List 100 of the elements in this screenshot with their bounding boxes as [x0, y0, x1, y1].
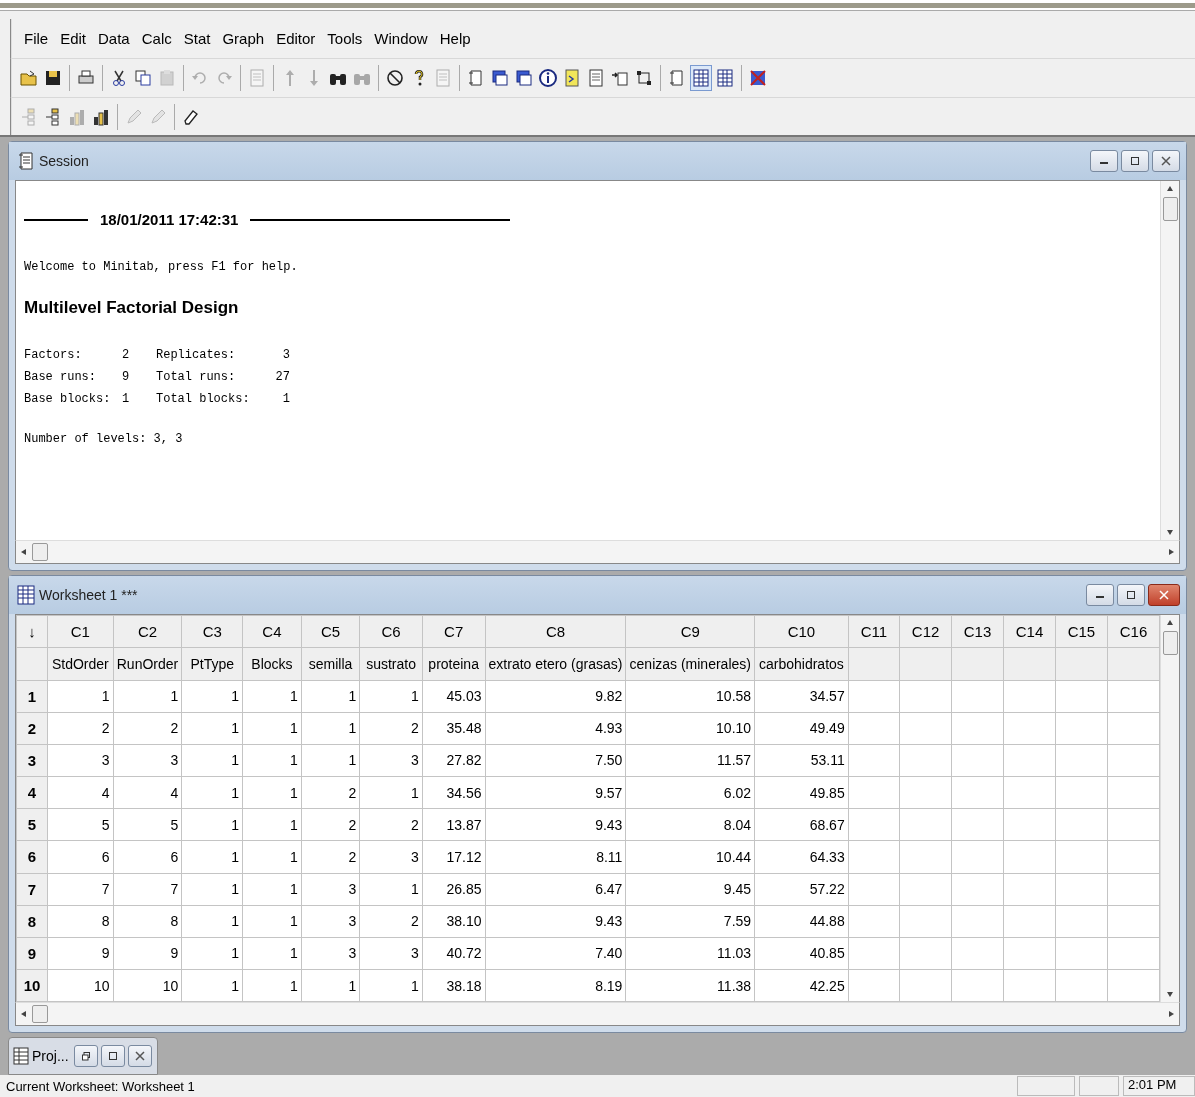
table-cell: 8.04 [625, 808, 755, 841]
table-cell: 13.87 [422, 808, 486, 841]
table-cell: 7.40 [485, 937, 626, 970]
menu-item[interactable]: Help [439, 28, 471, 50]
menu-item[interactable]: Tools [327, 28, 363, 50]
table-cell: 3 [301, 937, 360, 970]
scroll-down-icon[interactable] [1166, 528, 1174, 537]
column-header[interactable]: C13 [951, 615, 1004, 648]
row-number[interactable]: 5 [16, 808, 48, 841]
menu-item[interactable]: File [24, 28, 49, 50]
table-cell: 3 [359, 937, 423, 970]
row-number[interactable]: 7 [16, 873, 48, 906]
column-header[interactable]: C15 [1055, 615, 1108, 648]
scroll-left-icon[interactable] [20, 548, 28, 557]
table-cell: 1 [359, 969, 423, 1002]
status-pane [1017, 1076, 1075, 1097]
scroll-thumb[interactable] [1162, 631, 1178, 656]
scroll-right-icon[interactable] [1167, 548, 1175, 557]
scroll-up-icon[interactable] [1166, 185, 1174, 194]
column-header[interactable]: C5 [301, 615, 360, 648]
horizontal-scrollbar[interactable] [15, 540, 1180, 565]
minimized-window[interactable]: Proj... [8, 1037, 158, 1076]
column-header[interactable]: C3 [181, 615, 243, 648]
table-cell: 2 [359, 905, 423, 938]
grid-icon[interactable] [690, 65, 712, 92]
row-number[interactable]: 8 [16, 905, 48, 938]
window-title: Worksheet 1 *** [39, 587, 138, 604]
menu-item[interactable]: Stat [183, 28, 211, 50]
table-cell: 2 [47, 712, 114, 745]
table-cell: 2 [301, 840, 360, 874]
column-header[interactable]: C2 [113, 615, 182, 648]
table-cell: 1 [181, 776, 243, 809]
vertical-scrollbar[interactable] [1160, 615, 1179, 1003]
row-number[interactable]: 9 [16, 937, 48, 970]
column-header[interactable]: C4 [242, 615, 302, 648]
table-cell: 17.12 [422, 840, 486, 874]
minimize-button[interactable] [1090, 150, 1118, 173]
close-button[interactable] [127, 1045, 152, 1068]
column-header[interactable]: C14 [1003, 615, 1056, 648]
scroll-right-icon[interactable] [1167, 1010, 1175, 1019]
row-number[interactable]: 3 [16, 744, 48, 777]
scroll-thumb[interactable] [32, 543, 48, 562]
menu-item[interactable]: Graph [222, 28, 265, 50]
maximize-button[interactable] [1121, 150, 1149, 173]
close-button[interactable] [1148, 584, 1180, 607]
column-name[interactable]: proteina [422, 647, 486, 681]
vertical-scrollbar[interactable] [1160, 181, 1179, 541]
column-name[interactable]: semilla [301, 647, 360, 681]
table-cell: 3 [301, 873, 360, 906]
table-cell: 49.85 [754, 776, 849, 809]
column-name[interactable]: RunOrder [113, 647, 182, 681]
table-cell: 1 [242, 969, 302, 1002]
column-header[interactable]: C1 [47, 615, 114, 648]
grid-icon [13, 1047, 29, 1066]
restore-button[interactable] [73, 1045, 98, 1068]
column-header[interactable]: C12 [899, 615, 952, 648]
column-name[interactable]: sustrato [359, 647, 423, 681]
scroll-thumb[interactable] [32, 1005, 48, 1024]
table-cell: 34.57 [754, 680, 849, 713]
table-cell: 2 [301, 808, 360, 841]
summary-value: 1 [122, 392, 131, 407]
row-number[interactable]: 6 [16, 840, 48, 874]
table-cell: 7 [47, 873, 114, 906]
column-header[interactable]: C11 [848, 615, 900, 648]
maximize-button[interactable] [1117, 584, 1145, 607]
minimize-button[interactable] [1086, 584, 1114, 607]
restore-icon [80, 1051, 91, 1062]
table-cell: 9 [47, 937, 114, 970]
horizontal-scrollbar[interactable] [15, 1002, 1180, 1027]
table-cell: 8.11 [485, 840, 626, 874]
close-button[interactable] [1152, 150, 1180, 173]
menu-item[interactable]: Editor [276, 28, 316, 50]
menu-item[interactable]: Calc [141, 28, 172, 50]
maximize-button[interactable] [100, 1045, 125, 1068]
scroll-up-icon[interactable] [1166, 619, 1174, 628]
scroll-left-icon[interactable] [20, 1010, 28, 1019]
scroll-down-icon[interactable] [1166, 990, 1174, 999]
column-name[interactable]: PtType [181, 647, 243, 681]
row-number[interactable]: 4 [16, 776, 48, 809]
column-name[interactable]: Blocks [242, 647, 302, 681]
column-header[interactable]: C16 [1107, 615, 1160, 648]
rule-line [24, 218, 88, 221]
table-cell: 1 [242, 905, 302, 938]
column-header[interactable]: C8 [485, 615, 626, 648]
row-number[interactable]: 1 [16, 680, 48, 713]
column-name[interactable]: extrato etero (grasas) [485, 647, 626, 681]
menu-item[interactable]: Edit [60, 28, 87, 50]
row-number[interactable]: 10 [16, 969, 48, 1002]
sort-arrow-cell[interactable]: ↓ [16, 615, 48, 648]
column-name[interactable]: StdOrder [47, 647, 114, 681]
menu-item[interactable]: Window [374, 28, 428, 50]
scroll-thumb[interactable] [1162, 197, 1178, 222]
column-header[interactable]: C6 [359, 615, 423, 648]
column-header[interactable]: C10 [754, 615, 849, 648]
menu-item[interactable]: Data [98, 28, 130, 50]
column-header[interactable]: C9 [625, 615, 755, 648]
column-header[interactable]: C7 [422, 615, 486, 648]
column-name[interactable]: carbohidratos [754, 647, 849, 681]
row-number[interactable]: 2 [16, 712, 48, 745]
column-name[interactable]: cenizas (minerales) [625, 647, 755, 681]
